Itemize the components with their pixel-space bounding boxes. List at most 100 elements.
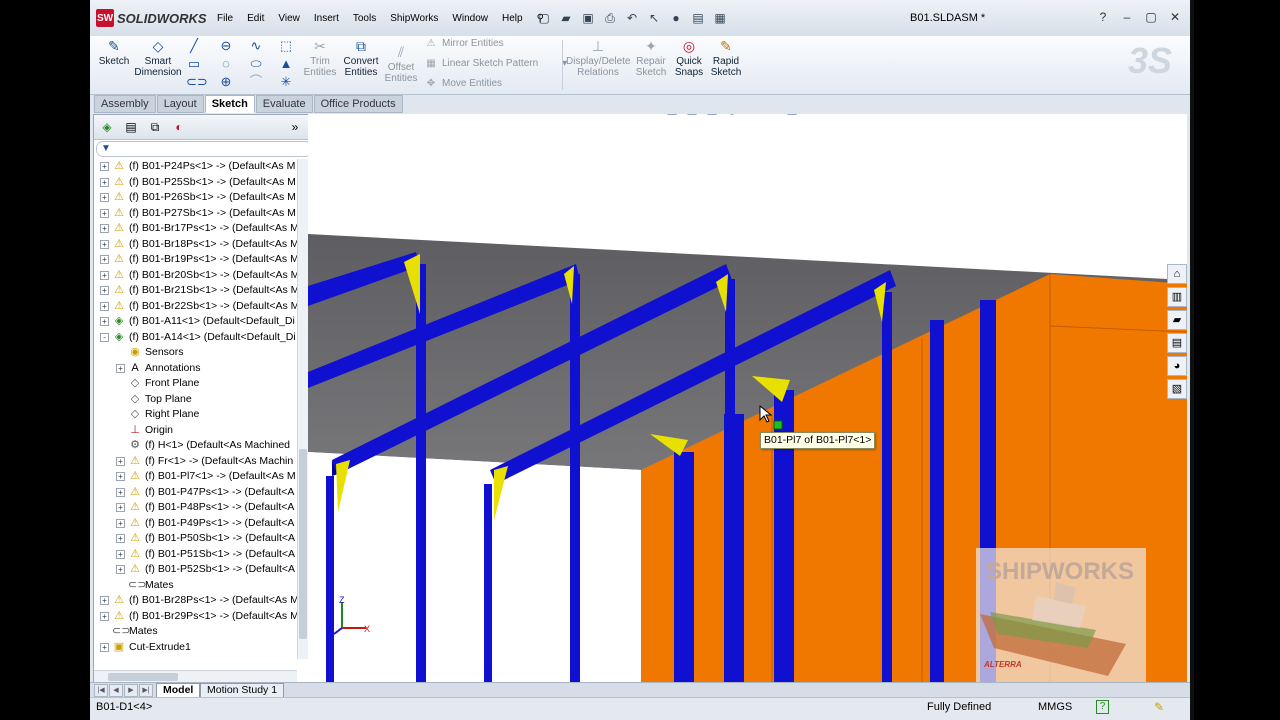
expand-icon[interactable]: +: [100, 193, 109, 202]
expand-icon[interactable]: +: [100, 611, 109, 621]
tree-item[interactable]: ⊂⊃ Mates: [100, 624, 158, 639]
scroll-thumb[interactable]: [108, 673, 178, 681]
expand-icon[interactable]: +: [116, 363, 125, 373]
zoom-to-area-icon[interactable]: ⊗: [644, 114, 660, 117]
appearances-icon[interactable]: ◕: [1167, 356, 1187, 376]
minimize-icon[interactable]: –: [1118, 9, 1136, 25]
tree-item[interactable]: + ⚠ (f) Fr<1> -> (Default<As Machin: [116, 454, 293, 469]
menu-help[interactable]: Help: [495, 12, 530, 26]
tree-filter[interactable]: ▼: [96, 141, 312, 157]
selection-handle[interactable]: [773, 420, 783, 430]
select-icon[interactable]: ↖: [645, 9, 663, 27]
help-balloon-icon[interactable]: ?: [1096, 700, 1109, 714]
rectangle-icon[interactable]: ▭: [186, 56, 202, 72]
expand-icon[interactable]: +: [100, 177, 109, 187]
expand-icon[interactable]: +: [100, 208, 109, 218]
centerline-icon[interactable]: ✳: [278, 74, 294, 90]
expand-icon[interactable]: +: [116, 549, 125, 559]
graphics-area[interactable]: ⊕ ⊗ ◧ ▥ ⬒ ◉ ⚙ ✪ ▦ ☺ ⊞ ⧉ – ❐ ✕ ⌂ ▥ ▰ ▤ ◕ …: [308, 114, 1187, 682]
expand-icon[interactable]: +: [100, 162, 109, 171]
menu-window[interactable]: Window: [445, 12, 495, 26]
view-settings-icon[interactable]: ☺: [804, 114, 820, 117]
save-icon[interactable]: ▣: [579, 9, 597, 27]
menu-view[interactable]: View: [271, 12, 307, 26]
tree-item[interactable]: ◇ Right Plane: [116, 407, 200, 422]
app-logo[interactable]: SW SOLIDWORKS: [96, 8, 207, 28]
menu-shipworks[interactable]: ShipWorks: [383, 12, 445, 26]
offset-entities-button[interactable]: ⫽ Offset Entities: [382, 44, 420, 84]
tree-item[interactable]: ⊥ Origin: [116, 423, 173, 438]
tree-item[interactable]: + ⚠ (f) B01-Br28Ps<1> -> (Default<As M: [100, 593, 297, 608]
expand-icon[interactable]: +: [100, 596, 109, 605]
tree-item[interactable]: ⊂⊃ Mates: [116, 578, 174, 593]
open-icon[interactable]: ▰: [557, 9, 575, 27]
tree-item[interactable]: + ⚠ (f) B01-Br21Sb<1> -> (Default<As M: [100, 283, 297, 298]
fillet-icon[interactable]: ⌒: [248, 74, 264, 90]
expand-icon[interactable]: +: [100, 255, 109, 264]
tab-model[interactable]: Model: [156, 683, 201, 698]
tree-item[interactable]: + ⚠ (f) B01-Br19Ps<1> -> (Default<As M: [100, 252, 297, 267]
slot-icon[interactable]: ⊂⊃: [186, 74, 208, 90]
tree-item[interactable]: + ⚠ (f) B01-P51Sb<1> -> (Default<A: [116, 547, 295, 562]
tree-item[interactable]: ⚙ (f) H<1> (Default<As Machined: [116, 438, 290, 453]
first-tab-icon[interactable]: |◀: [94, 684, 108, 697]
polygon-icon[interactable]: ▲: [278, 56, 294, 72]
previous-view-icon[interactable]: ◧: [664, 114, 680, 117]
tree-item[interactable]: + ⚠ (f) B01-P27Sb<1> -> (Default<As M: [100, 206, 296, 221]
linear-sketch-pattern-button[interactable]: ▦ Linear Sketch Pattern ▾: [424, 58, 567, 69]
smart-dimension-button[interactable]: ◇ Smart Dimension: [134, 38, 182, 78]
tree-item[interactable]: + ◈ (f) B01-A11<1> (Default<Default_Di: [100, 314, 295, 329]
view-palette-icon[interactable]: ▤: [1167, 333, 1187, 353]
expand-icon[interactable]: +: [100, 224, 109, 233]
expand-icon[interactable]: +: [100, 317, 109, 326]
help-icon[interactable]: ?: [1094, 9, 1112, 25]
repair-sketch-button[interactable]: ✦ Repair Sketch: [634, 38, 668, 78]
tree-item[interactable]: + ⚠ (f) B01-P48Ps<1> -> (Default<A: [116, 500, 294, 515]
menu-edit[interactable]: Edit: [240, 12, 271, 26]
tree-item[interactable]: + ⚠ (f) B01-Br17Ps<1> -> (Default<As M: [100, 221, 297, 236]
tree-item[interactable]: + ⚠ (f) B01-Br18Ps<1> -> (Default<As M: [100, 237, 297, 252]
ellipse-icon[interactable]: ⬭: [248, 56, 264, 72]
prev-tab-icon[interactable]: ◀: [109, 684, 123, 697]
expand-icon[interactable]: +: [100, 270, 109, 280]
print-icon[interactable]: ⎙: [601, 9, 619, 27]
tab-assembly[interactable]: Assembly: [94, 95, 156, 113]
tree-item[interactable]: ◉ Sensors: [116, 345, 183, 360]
sketch-button[interactable]: ✎ Sketch: [96, 38, 132, 67]
convert-entities-button[interactable]: ⧉ Convert Entities: [340, 38, 382, 78]
view-orientation-icon[interactable]: ⬒: [704, 114, 720, 117]
tree-item[interactable]: + ⚠ (f) B01-Br22Sb<1> -> (Default<As M: [100, 299, 297, 314]
options-icon[interactable]: ▦: [711, 9, 729, 27]
mirror-entities-button[interactable]: ⚠ Mirror Entities: [424, 38, 504, 49]
feature-manager-tab-icon[interactable]: ◈: [98, 118, 116, 136]
design-library-icon[interactable]: ▥: [1167, 287, 1187, 307]
expand-icon[interactable]: +: [100, 301, 109, 311]
close-icon[interactable]: ✕: [1166, 9, 1184, 25]
file-explorer-icon[interactable]: ▰: [1167, 310, 1187, 330]
tree-item[interactable]: - ◈ (f) B01-A14<1> (Default<Default_Di: [100, 330, 296, 345]
rapid-sketch-button[interactable]: ✎ Rapid Sketch: [708, 38, 744, 78]
tree-item[interactable]: + ⚠ (f) B01-P52Sb<1> -> (Default<A: [116, 562, 295, 577]
tree-item[interactable]: + ⚠ (f) B01-P24Ps<1> -> (Default<As M: [100, 159, 295, 174]
point-icon[interactable]: ⊕: [218, 74, 234, 90]
expand-icon[interactable]: +: [100, 286, 109, 295]
tree-item[interactable]: ◇ Top Plane: [116, 392, 192, 407]
menu-file[interactable]: File: [210, 12, 240, 26]
tab-evaluate[interactable]: Evaluate: [255, 95, 313, 113]
configuration-manager-tab-icon[interactable]: ⧉: [146, 118, 164, 136]
tree-item[interactable]: + ⚠ (f) B01-Br20Sb<1> -> (Default<As M: [100, 268, 297, 283]
collapse-icon[interactable]: -: [100, 332, 109, 342]
tree-vertical-scrollbar[interactable]: [297, 159, 308, 659]
status-units[interactable]: MMGS: [1038, 701, 1072, 713]
display-style-icon[interactable]: ◉: [724, 114, 740, 117]
expand-icon[interactable]: +: [116, 487, 125, 497]
tree-item[interactable]: + ⚠ (f) B01-P26Sb<1> -> (Default<As M: [100, 190, 296, 205]
section-view-icon[interactable]: ▥: [684, 114, 700, 117]
expand-icon[interactable]: +: [116, 503, 125, 512]
trim-entities-button[interactable]: ✂ Trim Entities: [300, 38, 340, 78]
expand-icon[interactable]: +: [100, 239, 109, 249]
tree-item[interactable]: + ▣ Cut-Extrude1: [100, 640, 191, 655]
circle-icon[interactable]: ⊖: [218, 38, 234, 54]
property-manager-tab-icon[interactable]: ▤: [122, 118, 140, 136]
expand-icon[interactable]: +: [116, 565, 125, 574]
